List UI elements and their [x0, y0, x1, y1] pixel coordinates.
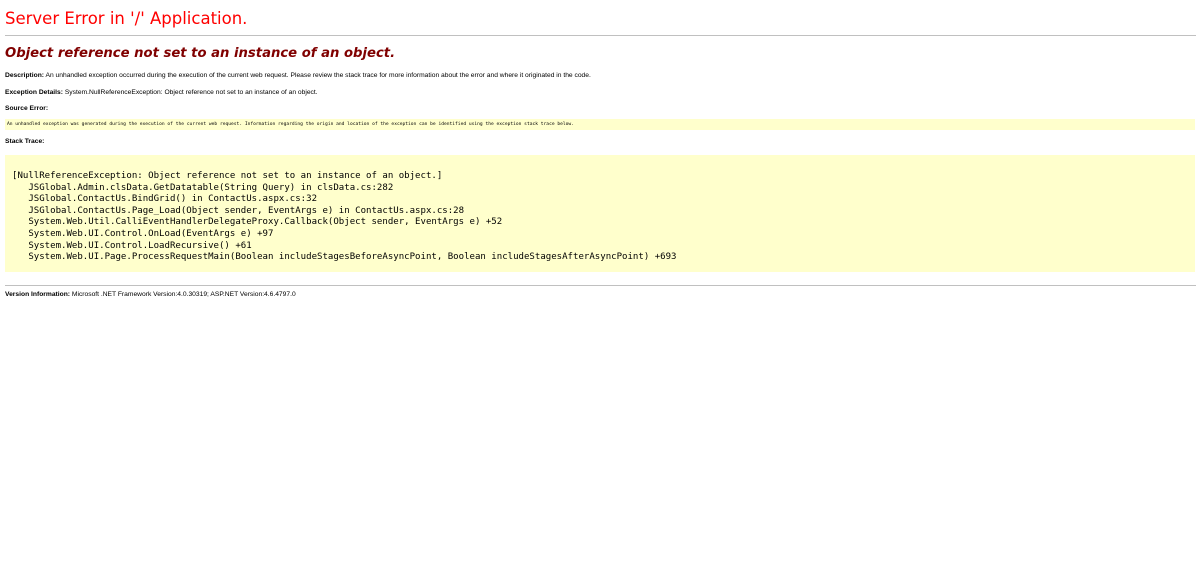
stack-trace-line: JSGlobal.Admin.clsData.GetDatatable(Stri…: [12, 182, 394, 193]
exception-details-label: Exception Details:: [5, 89, 63, 96]
stack-trace-heading: Stack Trace:: [5, 137, 1195, 146]
stack-trace-line: JSGlobal.ContactUs.BindGrid() in Contact…: [12, 194, 318, 205]
description-label: Description:: [5, 72, 45, 79]
error-page: Server Error in '/' Application. Object …: [5, 0, 1196, 299]
stack-trace-line: System.Web.UI.Page.ProcessRequestMain(Bo…: [12, 252, 677, 263]
exception-details: Exception Details: System.NullReferenceE…: [5, 88, 1195, 97]
description: Description: An unhandled exception occu…: [5, 71, 1195, 80]
version-divider: [5, 285, 1196, 286]
stack-trace-line: [NullReferenceException: Object referenc…: [12, 171, 443, 181]
error-message: Object reference not set to an instance …: [5, 46, 396, 61]
stack-trace-line: System.Web.UI.Control.LoadRecursive() +6…: [12, 240, 252, 251]
version-information-text: Microsoft .NET Framework Version:4.0.303…: [70, 291, 296, 298]
title-divider: [5, 35, 1196, 36]
description-text: An unhandled exception occurred during t…: [44, 72, 591, 79]
source-error-heading: Source Error:: [5, 104, 1195, 113]
version-information: Version Information: Microsoft .NET Fram…: [5, 290, 1195, 299]
source-error-box: An unhandled exception was generated dur…: [5, 119, 1195, 130]
stack-trace-label: Stack Trace:: [5, 138, 45, 145]
stack-trace-line: System.Web.UI.Control.OnLoad(EventArgs e…: [12, 228, 274, 239]
stack-trace-box: [NullReferenceException: Object referenc…: [5, 155, 1195, 272]
stack-trace-line: JSGlobal.ContactUs.Page_Load(Object send…: [12, 205, 465, 216]
version-information-label: Version Information:: [5, 291, 71, 298]
exception-details-text: System.NullReferenceException: Object re…: [62, 89, 318, 96]
source-error-label: Source Error:: [5, 105, 49, 112]
stack-trace-line: System.Web.Util.CalliEventHandlerDelegat…: [12, 217, 503, 228]
page-title: Server Error in '/' Application.: [5, 9, 248, 28]
